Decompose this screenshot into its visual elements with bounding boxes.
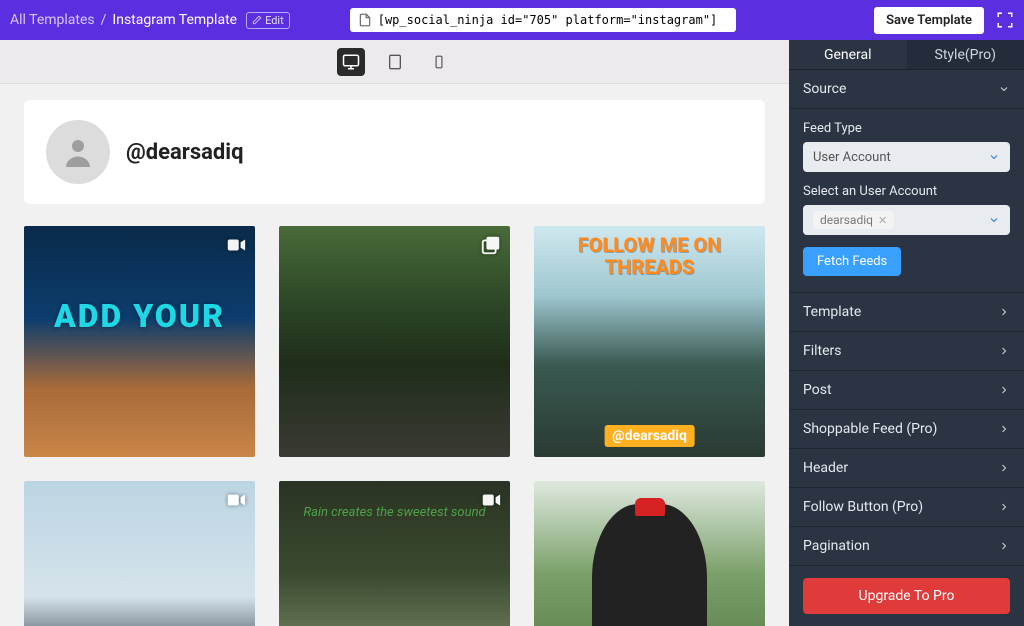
chevron-right-icon [998, 501, 1010, 513]
edit-label: Edit [265, 14, 284, 27]
device-tablet-button[interactable] [381, 48, 409, 76]
tile-overlay-text: ADD YOUR [24, 300, 255, 334]
video-icon [225, 489, 247, 511]
section-follow-header[interactable]: Follow Button (Pro) [789, 488, 1024, 527]
shortcode-box[interactable] [350, 8, 736, 32]
section-title: Follow Button (Pro) [803, 499, 923, 515]
tablet-icon [387, 54, 403, 70]
shortcode-input[interactable] [378, 13, 728, 27]
account-select[interactable]: dearsadiq ✕ [803, 205, 1010, 235]
chevron-down-icon [988, 214, 1000, 226]
section-pagination-header[interactable]: Pagination [789, 527, 1024, 566]
fullscreen-icon[interactable] [996, 11, 1014, 29]
profile-header: @dearsadiq [24, 100, 765, 204]
device-desktop-button[interactable] [337, 48, 365, 76]
breadcrumb-separator: / [101, 12, 107, 28]
device-mobile-button[interactable] [425, 48, 453, 76]
chevron-right-icon [998, 384, 1010, 396]
section-title: Pagination [803, 538, 870, 554]
tile-overlay-text: FOLLOW ME ON THREADS [534, 234, 765, 278]
sidebar-tabs: General Style(Pro) [789, 40, 1024, 70]
feed-tile[interactable] [534, 481, 765, 626]
document-icon [358, 13, 372, 27]
edit-title-button[interactable]: Edit [246, 12, 290, 29]
feed-tile[interactable]: ADD YOUR [24, 226, 255, 457]
top-bar: All Templates / Instagram Template Edit … [0, 0, 1024, 40]
tile-overlay-text: Rain creates the sweetest sound [279, 505, 510, 520]
tile-handle-tag: @dearsadiq [604, 425, 695, 447]
section-filters-header[interactable]: Filters [789, 332, 1024, 371]
feed-type-select[interactable]: User Account [803, 142, 1010, 172]
section-shoppable-header[interactable]: Shoppable Feed (Pro) [789, 410, 1024, 449]
save-template-button[interactable]: Save Template [874, 7, 984, 34]
preview-canvas: @dearsadiq ADD YOUR FOLLOW ME ON THREADS… [0, 40, 789, 626]
section-header-header[interactable]: Header [789, 449, 1024, 488]
chevron-right-icon [998, 345, 1010, 357]
breadcrumb-current: Instagram Template [112, 12, 237, 28]
feed-type-value: User Account [813, 150, 891, 165]
device-selector-bar [0, 40, 789, 84]
breadcrumb-root[interactable]: All Templates [10, 12, 95, 28]
upgrade-button[interactable]: Upgrade To Pro [803, 578, 1010, 614]
feed-tile[interactable] [24, 481, 255, 626]
person-shape [592, 504, 708, 626]
tab-style[interactable]: Style(Pro) [907, 40, 1024, 70]
avatar [46, 120, 110, 184]
workspace: @dearsadiq ADD YOUR FOLLOW ME ON THREADS… [0, 40, 1024, 626]
section-post-header[interactable]: Post [789, 371, 1024, 410]
feed-tile[interactable]: Rain creates the sweetest sound [279, 481, 510, 626]
section-title: Source [803, 81, 846, 97]
section-source-header[interactable]: Source [789, 70, 1024, 109]
account-chip[interactable]: dearsadiq ✕ [813, 211, 894, 229]
desktop-icon [342, 53, 360, 71]
section-title: Shoppable Feed (Pro) [803, 421, 937, 437]
section-title: Post [803, 382, 832, 398]
section-title: Header [803, 460, 848, 476]
feed-tile[interactable]: FOLLOW ME ON THREADS @dearsadiq [534, 226, 765, 457]
fetch-feeds-button[interactable]: Fetch Feeds [803, 247, 901, 276]
settings-sidebar: General Style(Pro) Source Feed Type User… [789, 40, 1024, 626]
chevron-right-icon [998, 540, 1010, 552]
feed-tile[interactable] [279, 226, 510, 457]
section-source-body: Feed Type User Account Select an User Ac… [789, 109, 1024, 293]
section-template-header[interactable]: Template [789, 293, 1024, 332]
pencil-icon [252, 15, 262, 25]
breadcrumb: All Templates / Instagram Template Edit [10, 12, 290, 29]
account-label: Select an User Account [803, 184, 1010, 199]
mobile-icon [432, 55, 446, 69]
chevron-down-icon [998, 83, 1010, 95]
feed-grid: ADD YOUR FOLLOW ME ON THREADS @dearsadiq… [14, 226, 775, 626]
feed-type-label: Feed Type [803, 121, 1010, 136]
section-title: Template [803, 304, 861, 320]
profile-handle[interactable]: @dearsadiq [126, 140, 244, 165]
close-icon[interactable]: ✕ [878, 214, 887, 227]
carousel-icon [480, 234, 502, 256]
person-icon [60, 134, 96, 170]
video-icon [480, 489, 502, 511]
tab-general[interactable]: General [789, 40, 907, 70]
chevron-right-icon [998, 462, 1010, 474]
chevron-down-icon [988, 151, 1000, 163]
section-title: Filters [803, 343, 842, 359]
account-value: dearsadiq [820, 213, 873, 227]
video-icon [225, 234, 247, 256]
chevron-right-icon [998, 423, 1010, 435]
chevron-right-icon [998, 306, 1010, 318]
